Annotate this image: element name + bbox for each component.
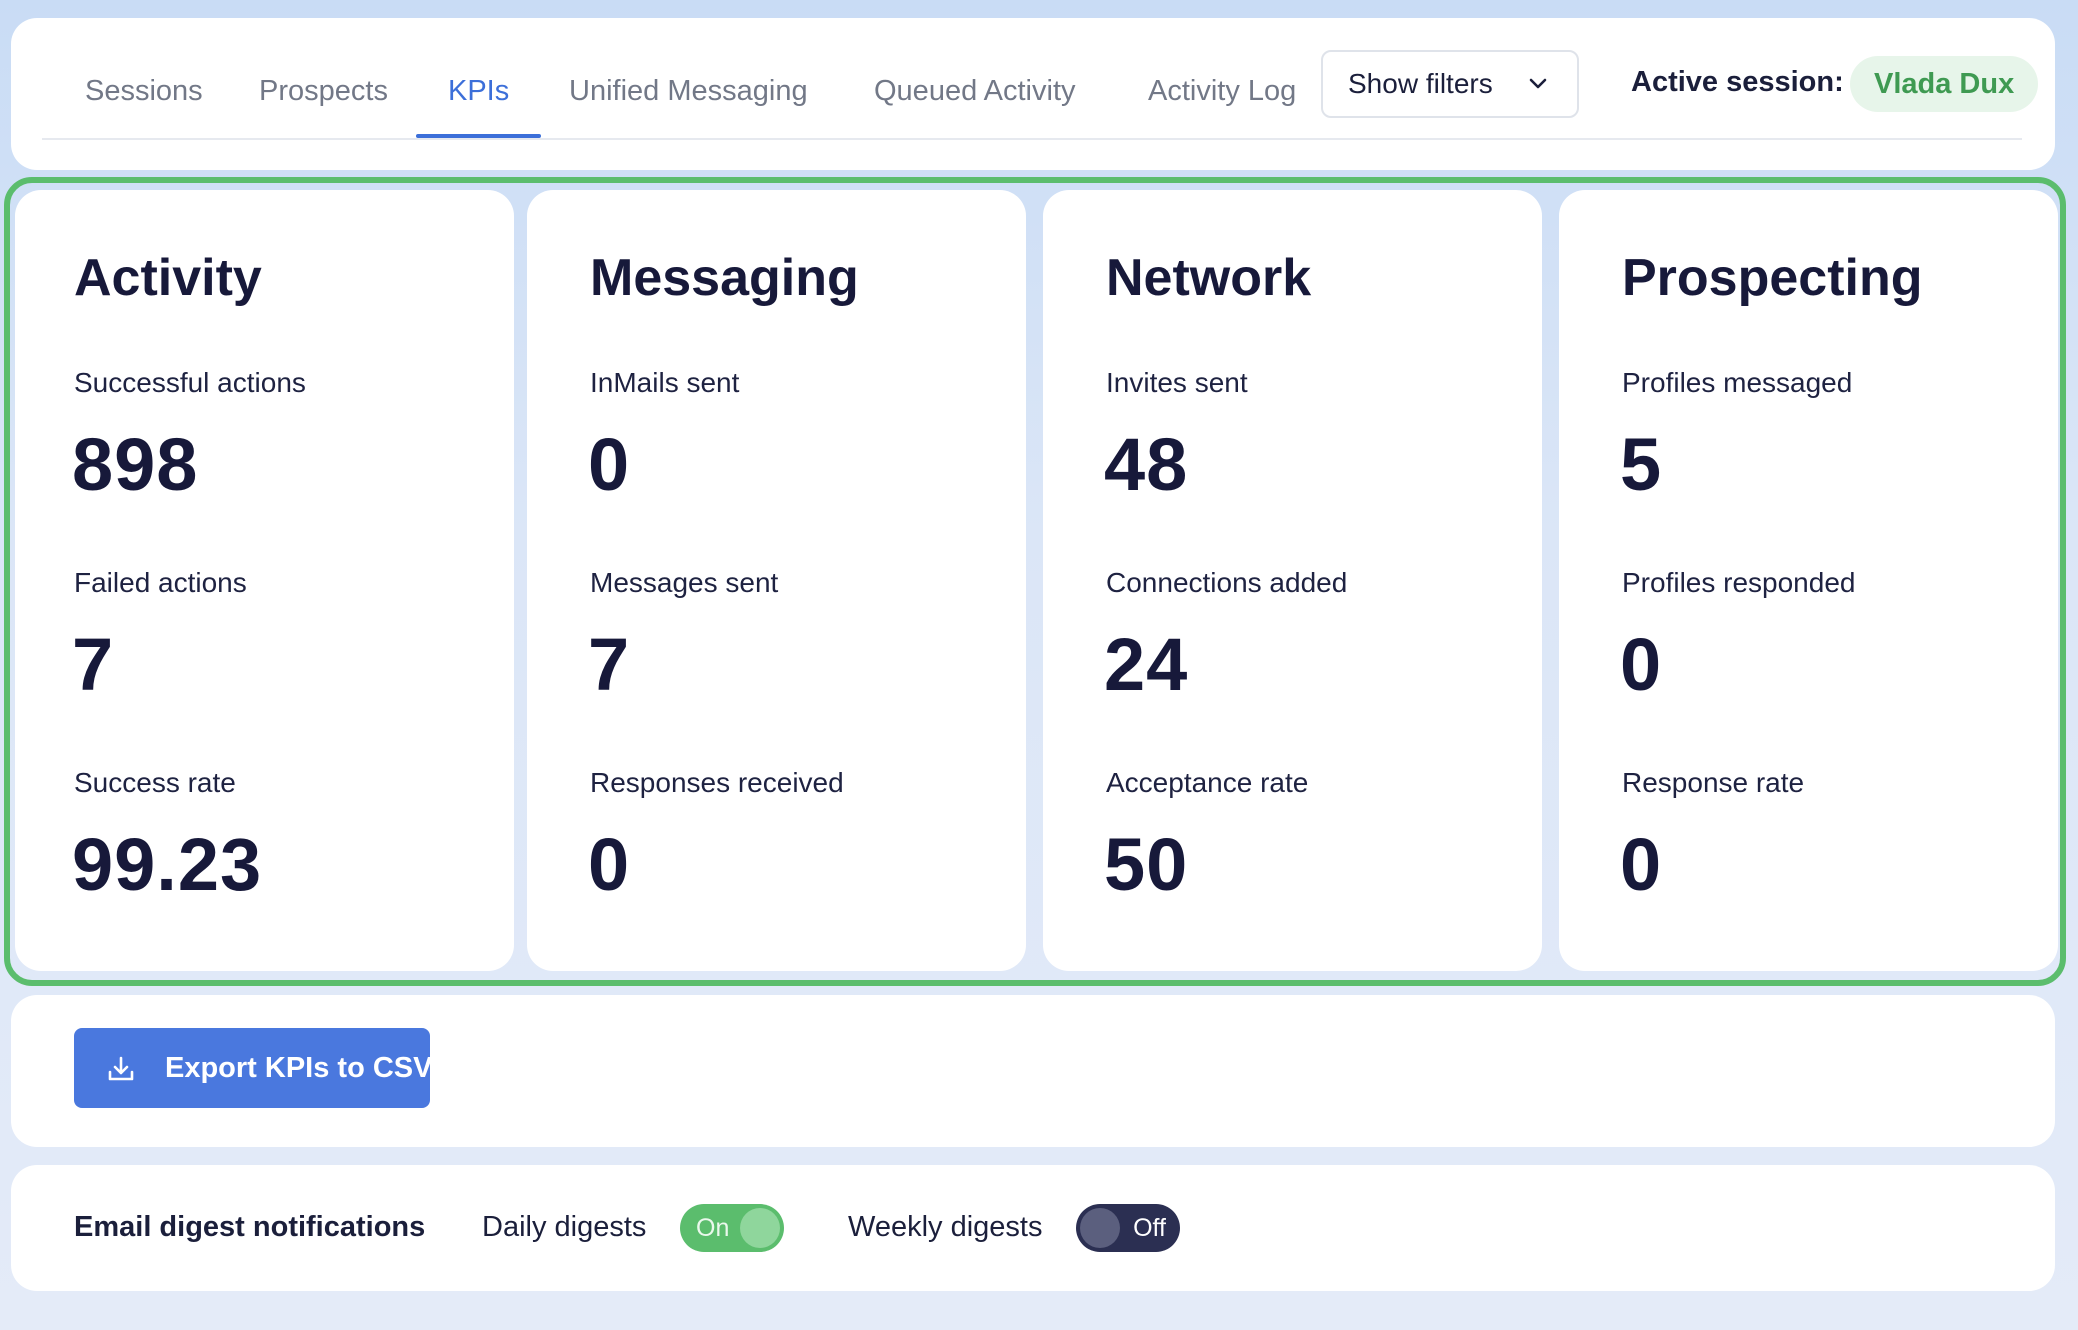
metric-label: Success rate xyxy=(74,767,236,798)
export-kpis-button[interactable]: Export KPIs to CSV xyxy=(74,1028,433,1108)
kpi-card-title: Network xyxy=(1106,249,1312,307)
metric-label: Profiles responded xyxy=(1622,567,1856,598)
kpi-card-title: Prospecting xyxy=(1622,249,1923,307)
toggle-state-label: Off xyxy=(1133,1214,1166,1242)
show-filters-label: Show filters xyxy=(1348,68,1493,99)
top-nav-card: Sessions Prospects KPIs Unified Messagin… xyxy=(11,18,2055,170)
tab-queued-activity[interactable]: Queued Activity xyxy=(874,18,1076,136)
toggle-knob xyxy=(1080,1208,1120,1248)
tab-prospects[interactable]: Prospects xyxy=(259,18,388,136)
kpi-card-prospecting: Prospecting Profiles messaged 5 Profiles… xyxy=(1559,190,2058,971)
tab-sessions[interactable]: Sessions xyxy=(85,18,203,136)
download-icon xyxy=(108,1056,134,1081)
email-digest-title: Email digest notifications xyxy=(74,1211,426,1243)
export-card: Export KPIs to CSV xyxy=(11,995,2055,1147)
toggle-knob xyxy=(740,1208,780,1248)
email-digest-card: Email digest notifications Daily digests… xyxy=(11,1165,2055,1291)
tab-activity-log[interactable]: Activity Log xyxy=(1148,18,1296,136)
metric-label: Acceptance rate xyxy=(1106,767,1309,798)
metric-label: Failed actions xyxy=(74,567,247,598)
weekly-digests-toggle[interactable]: Off xyxy=(1076,1204,1180,1252)
active-session-badge[interactable]: Vlada Dux xyxy=(1850,56,2039,112)
kpi-card-network: Network Invites sent 48 Connections adde… xyxy=(1043,190,1542,971)
metric-value: 24 xyxy=(1104,623,1189,706)
metric-value: 99.23 xyxy=(72,823,263,906)
metric-label: Invites sent xyxy=(1106,367,1248,398)
metric-label: InMails sent xyxy=(590,367,740,398)
metric-label: Responses received xyxy=(590,767,844,798)
metric-value: 7 xyxy=(72,623,115,706)
metric-value: 898 xyxy=(72,423,199,506)
tab-kpis[interactable]: KPIs xyxy=(415,18,542,138)
metric-value: 0 xyxy=(588,823,631,906)
metric-value: 0 xyxy=(1620,623,1663,706)
metric-value: 48 xyxy=(1104,423,1189,506)
kpi-card-title: Messaging xyxy=(590,249,859,307)
tab-unified-messaging[interactable]: Unified Messaging xyxy=(569,18,808,136)
active-session-label: Active session: xyxy=(1631,66,1844,98)
toggle-state-label: On xyxy=(696,1214,730,1242)
metric-value: 0 xyxy=(1620,823,1663,906)
metric-label: Response rate xyxy=(1622,767,1805,798)
kpi-card-activity: Activity Successful actions 898 Failed a… xyxy=(15,190,514,971)
kpi-card-title: Activity xyxy=(74,249,262,307)
kpi-card-messaging: Messaging InMails sent 0 Messages sent 7… xyxy=(527,190,1026,971)
weekly-digests-label: Weekly digests xyxy=(848,1211,1043,1243)
metric-label: Successful actions xyxy=(74,367,306,398)
export-kpis-label: Export KPIs to CSV xyxy=(165,1052,433,1084)
metric-label: Connections added xyxy=(1106,567,1348,598)
metric-value: 0 xyxy=(588,423,631,506)
metric-value: 50 xyxy=(1104,823,1189,906)
metric-value: 7 xyxy=(588,623,631,706)
metric-label: Messages sent xyxy=(590,567,779,598)
daily-digests-label: Daily digests xyxy=(482,1211,647,1243)
metric-label: Profiles messaged xyxy=(1622,367,1853,398)
show-filters-button[interactable]: Show filters xyxy=(1321,50,1579,118)
daily-digests-toggle[interactable]: On xyxy=(680,1204,784,1252)
chevron-down-icon xyxy=(1529,78,1547,89)
metric-value: 5 xyxy=(1620,423,1663,506)
